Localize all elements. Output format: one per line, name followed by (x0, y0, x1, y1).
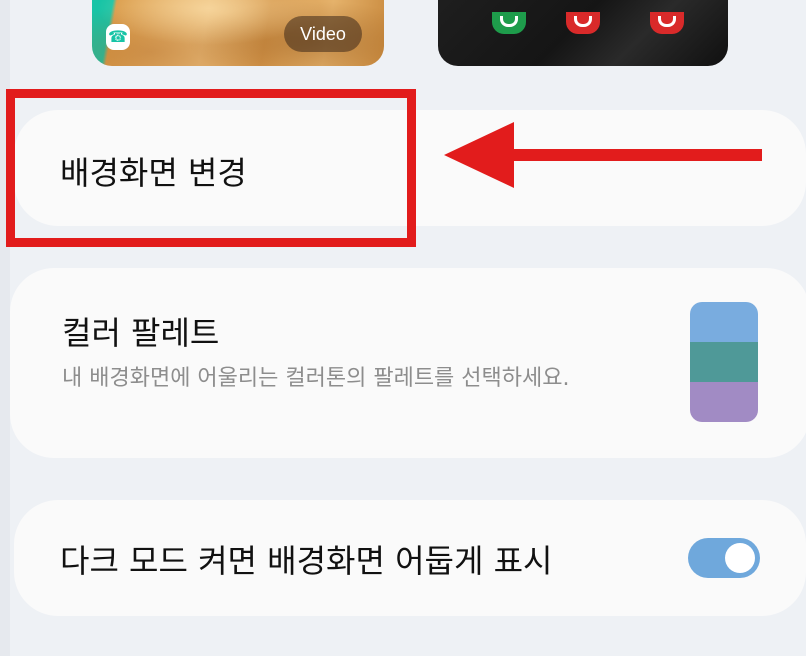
end-call-icon (650, 12, 684, 34)
phone-app-icon: ☎ (106, 24, 130, 50)
dark-mode-dim-card[interactable]: 다크 모드 켜면 배경화면 어둡게 표시 (14, 500, 806, 616)
video-badge: Video (284, 16, 362, 52)
color-palette-title: 컬러 팔레트 (62, 314, 220, 352)
annotation-arrow-shaft (508, 149, 762, 161)
toggle-knob (725, 543, 755, 573)
palette-swatch[interactable] (690, 302, 758, 422)
message-icon (566, 12, 600, 34)
video-wallpaper-preview[interactable]: ☎ Video (92, 0, 384, 66)
dark-mode-dim-title: 다크 모드 켜면 배경화면 어둡게 표시 (60, 542, 553, 580)
annotation-highlight-box (6, 89, 416, 247)
color-palette-card[interactable]: 컬러 팔레트 내 배경화면에 어울리는 컬러톤의 팔레트를 선택하세요. (10, 268, 806, 458)
phone-icon (492, 12, 526, 34)
color-palette-description: 내 배경화면에 어울리는 컬러톤의 팔레트를 선택하세요. (62, 366, 570, 391)
palette-color-1 (690, 302, 758, 342)
call-screen-preview[interactable] (438, 0, 728, 66)
palette-color-2 (690, 342, 758, 382)
palette-color-3 (690, 382, 758, 422)
dark-mode-dim-toggle[interactable] (688, 538, 760, 578)
annotation-arrow-icon (444, 122, 514, 188)
